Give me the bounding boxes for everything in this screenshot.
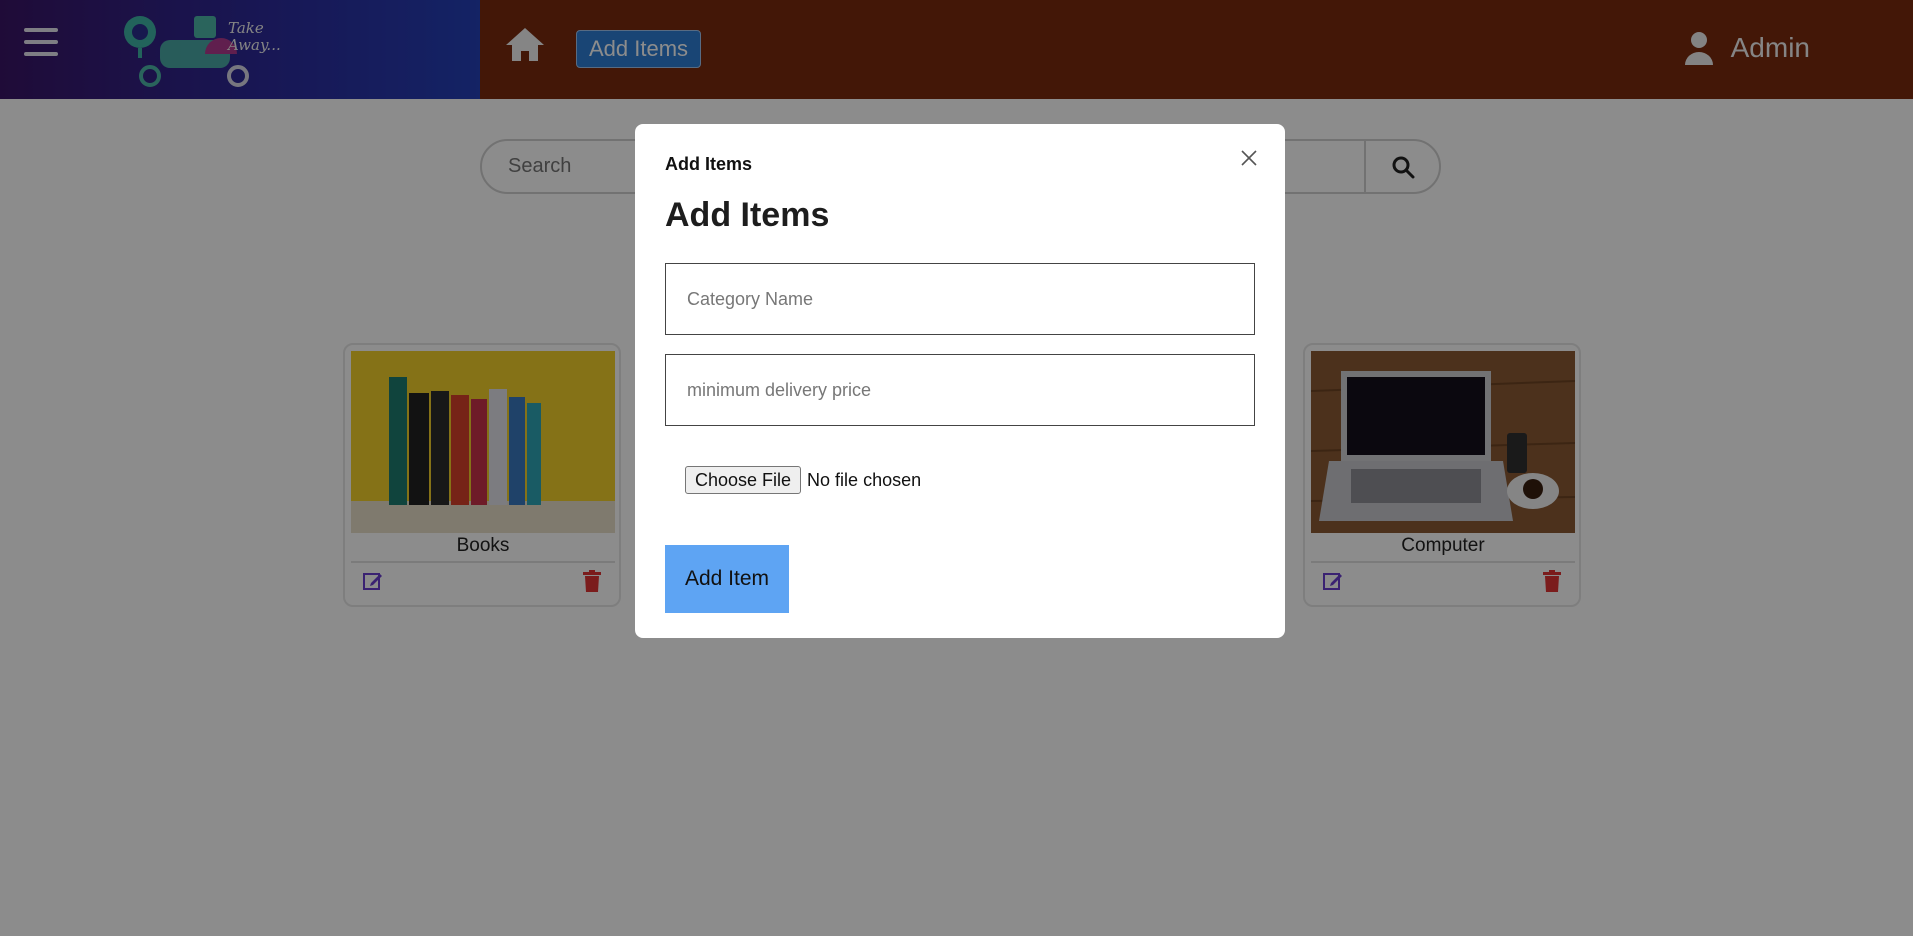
close-icon[interactable] xyxy=(1239,148,1259,168)
choose-file-button[interactable]: Choose File xyxy=(685,466,802,494)
add-item-button[interactable]: Add Item xyxy=(665,545,789,613)
modal-header-title: Add Items xyxy=(665,154,753,174)
category-name-field[interactable] xyxy=(665,263,1255,335)
file-upload: Choose File No file chosen xyxy=(685,466,921,494)
minimum-delivery-price-field[interactable] xyxy=(665,354,1255,426)
add-items-modal: Add Items Add Items Choose File No file … xyxy=(635,124,1285,638)
modal-title: Add Items xyxy=(665,196,830,234)
file-status: No file chosen xyxy=(807,469,922,490)
